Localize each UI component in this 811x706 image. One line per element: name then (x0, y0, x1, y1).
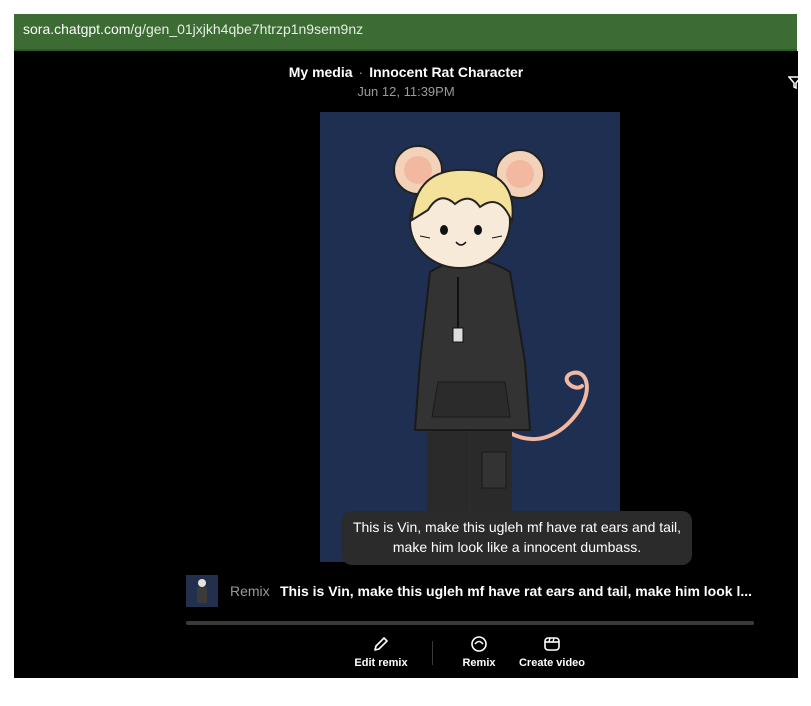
url-text[interactable]: sora.chatgpt.com/g/gen_01jxjkh4qbe7htrzp… (23, 21, 363, 37)
remix-prompt: This is Vin, make this ugleh mf have rat… (280, 583, 753, 599)
video-clapper-icon (544, 637, 560, 651)
generated-image[interactable] (320, 112, 620, 562)
remix-icon (471, 636, 487, 652)
edit-remix-label: Edit remix (354, 657, 408, 669)
media-viewer: My media · Innocent Rat Character Jun 12, … (14, 51, 798, 678)
breadcrumb-separator: · (358, 64, 364, 80)
edit-remix-button[interactable]: Edit remix (336, 635, 426, 669)
url-host: sora.chatgpt.com (23, 21, 131, 37)
address-bar[interactable]: sora.chatgpt.com/g/gen_01jxjkh4qbe7htrzp… (14, 14, 797, 51)
prompt-tooltip: This is Vin, make this ugleh mf have rat… (342, 511, 692, 565)
create-video-label: Create video (518, 657, 586, 669)
remix-label: Remix (230, 583, 270, 599)
url-path: /g/gen_01jxjkh4qbe7htrzp1n9sem9nz (130, 21, 364, 37)
create-video-button[interactable]: Create video (507, 635, 597, 669)
action-divider (432, 641, 433, 665)
breadcrumb-my-media[interactable]: My media (289, 64, 353, 80)
remix-button-label: Remix (462, 657, 496, 669)
filter-icon[interactable] (787, 75, 798, 94)
breadcrumb: My media · Innocent Rat Character (14, 64, 798, 80)
media-date: Jun 12, 11:39PM (357, 84, 455, 99)
divider-bar (186, 621, 754, 625)
media-title: Innocent Rat Character (369, 64, 524, 80)
pencil-icon (374, 637, 388, 651)
source-thumbnail[interactable] (186, 575, 218, 607)
media-header: My media · Innocent Rat Character Jun 12, … (14, 64, 798, 99)
remix-info[interactable]: Remix This is Vin, make this ugleh mf ha… (186, 575, 756, 607)
